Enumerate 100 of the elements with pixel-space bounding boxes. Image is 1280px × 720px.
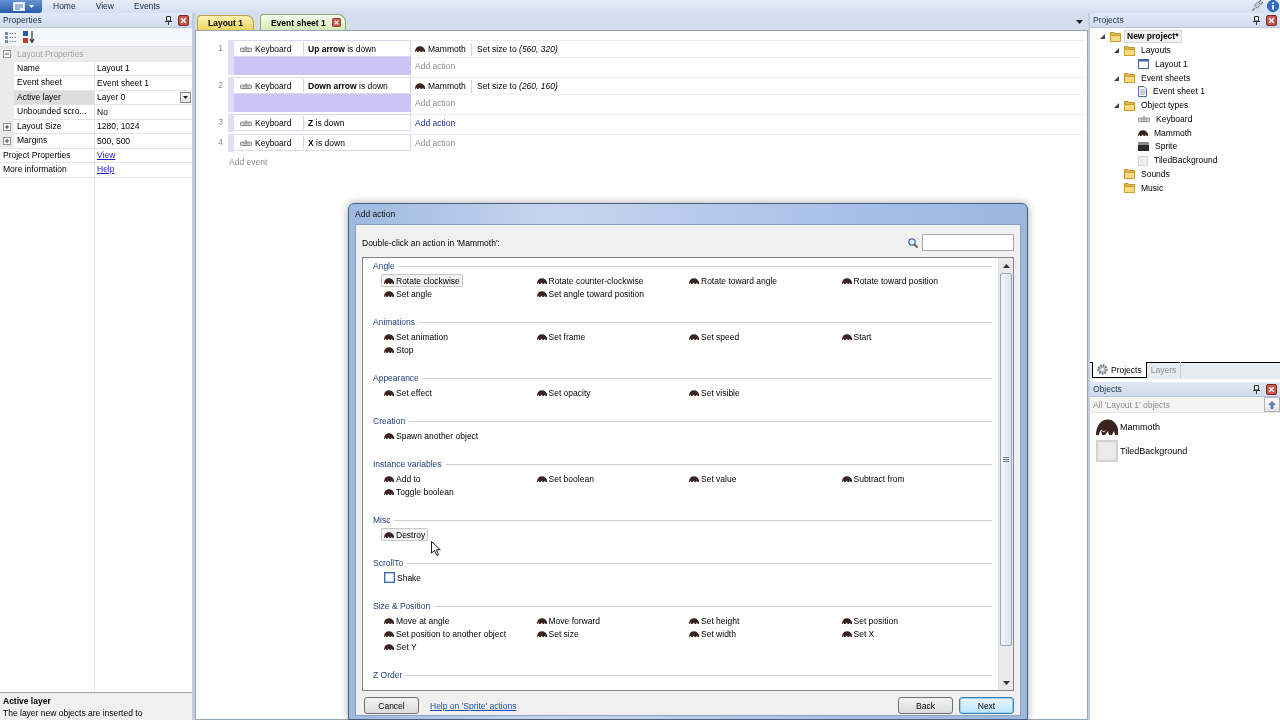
action-item[interactable]: Set Y [381, 640, 420, 653]
property-name[interactable]: Margins [14, 134, 95, 149]
mammoth-icon [689, 277, 699, 284]
action-item[interactable]: Set speed [686, 330, 743, 343]
add-action-link[interactable]: Add action [411, 95, 456, 112]
action-item[interactable]: Set position to another object [381, 627, 510, 640]
condition-row[interactable]: Keyboard Up arrow is down [234, 40, 411, 57]
action-item[interactable]: Shake [381, 571, 425, 584]
up-button[interactable] [1264, 397, 1280, 412]
info-button[interactable] [1267, 0, 1279, 12]
dropdown-button[interactable] [180, 91, 191, 103]
dialog-button[interactable]: Next [959, 697, 1014, 714]
action-item[interactable]: Set angle toward position [533, 287, 647, 300]
add-action-link[interactable]: Add action [411, 115, 456, 132]
cancel-button[interactable]: Cancel [364, 697, 419, 714]
action-item[interactable]: Rotate toward position [838, 274, 942, 287]
object-item[interactable]: TiledBackground [1096, 440, 1280, 462]
ribbon-tab[interactable]: Events [123, 0, 170, 13]
scrollbar-thumb[interactable] [1000, 273, 1012, 646]
keyboard-icon [240, 119, 252, 126]
action-item[interactable]: Rotate clockwise [381, 274, 463, 287]
action-item[interactable]: Set frame [533, 330, 589, 343]
property-link[interactable]: Help [97, 164, 115, 174]
action-item[interactable]: Set animation [381, 330, 451, 343]
categorized-button[interactable] [5, 31, 17, 43]
gear-icon [1097, 364, 1108, 375]
tree-item[interactable]: New project* [1124, 30, 1182, 44]
ribbon-tab[interactable]: Home [43, 0, 86, 13]
action-item[interactable]: Set X [838, 627, 878, 640]
tree-item[interactable]: Sprite [1152, 140, 1181, 154]
action-item[interactable]: Set effect [381, 386, 435, 399]
tree-item[interactable]: Event sheet 1 [1150, 85, 1208, 99]
tree-item[interactable]: Event sheets [1138, 71, 1194, 85]
tree-item[interactable]: Layouts [1138, 44, 1174, 58]
caret-icon [1076, 19, 1083, 24]
condition-row[interactable]: Keyboard X is down [234, 134, 411, 151]
mammoth-icon [415, 83, 425, 89]
dialog-button[interactable]: Back [898, 697, 953, 714]
add-action-link[interactable]: Add action [411, 58, 456, 75]
document-tab[interactable]: Layout 1 [197, 15, 254, 30]
action-item[interactable]: Add to [381, 472, 424, 485]
dialog-title: Add action [355, 208, 397, 221]
tree-item[interactable]: Object types [1138, 99, 1192, 113]
action-item[interactable]: Rotate counter-clockwise [533, 274, 647, 287]
action-item[interactable]: Move at angle [381, 614, 453, 627]
pin-button[interactable] [1253, 384, 1260, 394]
action-item[interactable]: Destroy [381, 528, 429, 541]
tree-item[interactable]: Sounds [1138, 167, 1173, 181]
action-item[interactable]: Set height [686, 614, 743, 627]
tree-item[interactable]: Music [1138, 181, 1167, 195]
app-menu-button[interactable] [0, 0, 42, 13]
tree-item[interactable]: Keyboard [1153, 112, 1196, 126]
action-row[interactable]: Mammoth Set size to (560, 320) [411, 41, 1085, 58]
action-item[interactable]: Set value [686, 472, 740, 485]
object-item[interactable]: Mammoth [1096, 417, 1280, 437]
document-tab[interactable]: Event sheet 1 [259, 14, 346, 30]
keyboard-icon [1138, 116, 1150, 123]
ribbon-tab[interactable]: View [85, 0, 124, 13]
action-item[interactable]: Set boolean [533, 472, 597, 485]
action-item[interactable]: Set position [838, 614, 901, 627]
plug-icon [1252, 0, 1263, 11]
action-item[interactable]: Toggle boolean [381, 485, 457, 498]
tree-item[interactable]: Mammoth [1151, 126, 1195, 140]
action-item[interactable]: Set width [686, 627, 739, 640]
add-event-link[interactable]: Add event [229, 157, 268, 167]
action-item[interactable]: Set opacity [533, 386, 594, 399]
pin-button[interactable] [1253, 15, 1260, 25]
close-button[interactable] [1266, 383, 1277, 395]
condition-row[interactable]: Keyboard Z is down [234, 114, 411, 131]
close-button[interactable] [1266, 14, 1277, 26]
tree-item[interactable]: TiledBackground [1151, 154, 1221, 168]
scrollbar[interactable] [998, 258, 1013, 690]
property-name[interactable]: Unbounded scro... [14, 105, 95, 120]
property-name[interactable]: Event sheet [14, 76, 95, 91]
close-icon [331, 18, 341, 27]
help-link[interactable]: Help on 'Sprite' actions [430, 700, 517, 711]
action-row[interactable]: Mammoth Set size to (260, 160) [411, 78, 1085, 95]
mammoth-icon [536, 333, 547, 340]
search-field[interactable] [922, 234, 1014, 251]
sort-button[interactable] [23, 31, 35, 43]
action-item[interactable]: Stop [381, 343, 417, 356]
tab-list-button[interactable] [1076, 19, 1083, 24]
action-item[interactable]: Start [838, 330, 875, 343]
action-item[interactable]: Set angle [381, 287, 435, 300]
action-item[interactable]: Set size [533, 627, 582, 640]
action-item[interactable]: Rotate toward angle [686, 274, 781, 287]
action-item[interactable]: Move forward [533, 614, 603, 627]
action-item[interactable]: Spawn another object [381, 429, 482, 442]
property-link[interactable]: View [97, 149, 116, 160]
tree-item[interactable]: Layout 1 [1152, 57, 1191, 71]
close-button[interactable] [178, 14, 189, 26]
add-action-link[interactable]: Add action [411, 135, 456, 152]
property-value: Event sheet 1 [97, 77, 149, 88]
plug-button[interactable] [1252, 0, 1263, 11]
condition-row[interactable]: Keyboard Down arrow is down [234, 77, 411, 94]
action-item[interactable]: Subtract from [838, 472, 908, 485]
property-name: Project Properties [0, 148, 95, 163]
panel-tab[interactable]: Projects [1092, 362, 1147, 378]
action-item[interactable]: Set visible [686, 386, 743, 399]
pin-button[interactable] [165, 15, 172, 25]
